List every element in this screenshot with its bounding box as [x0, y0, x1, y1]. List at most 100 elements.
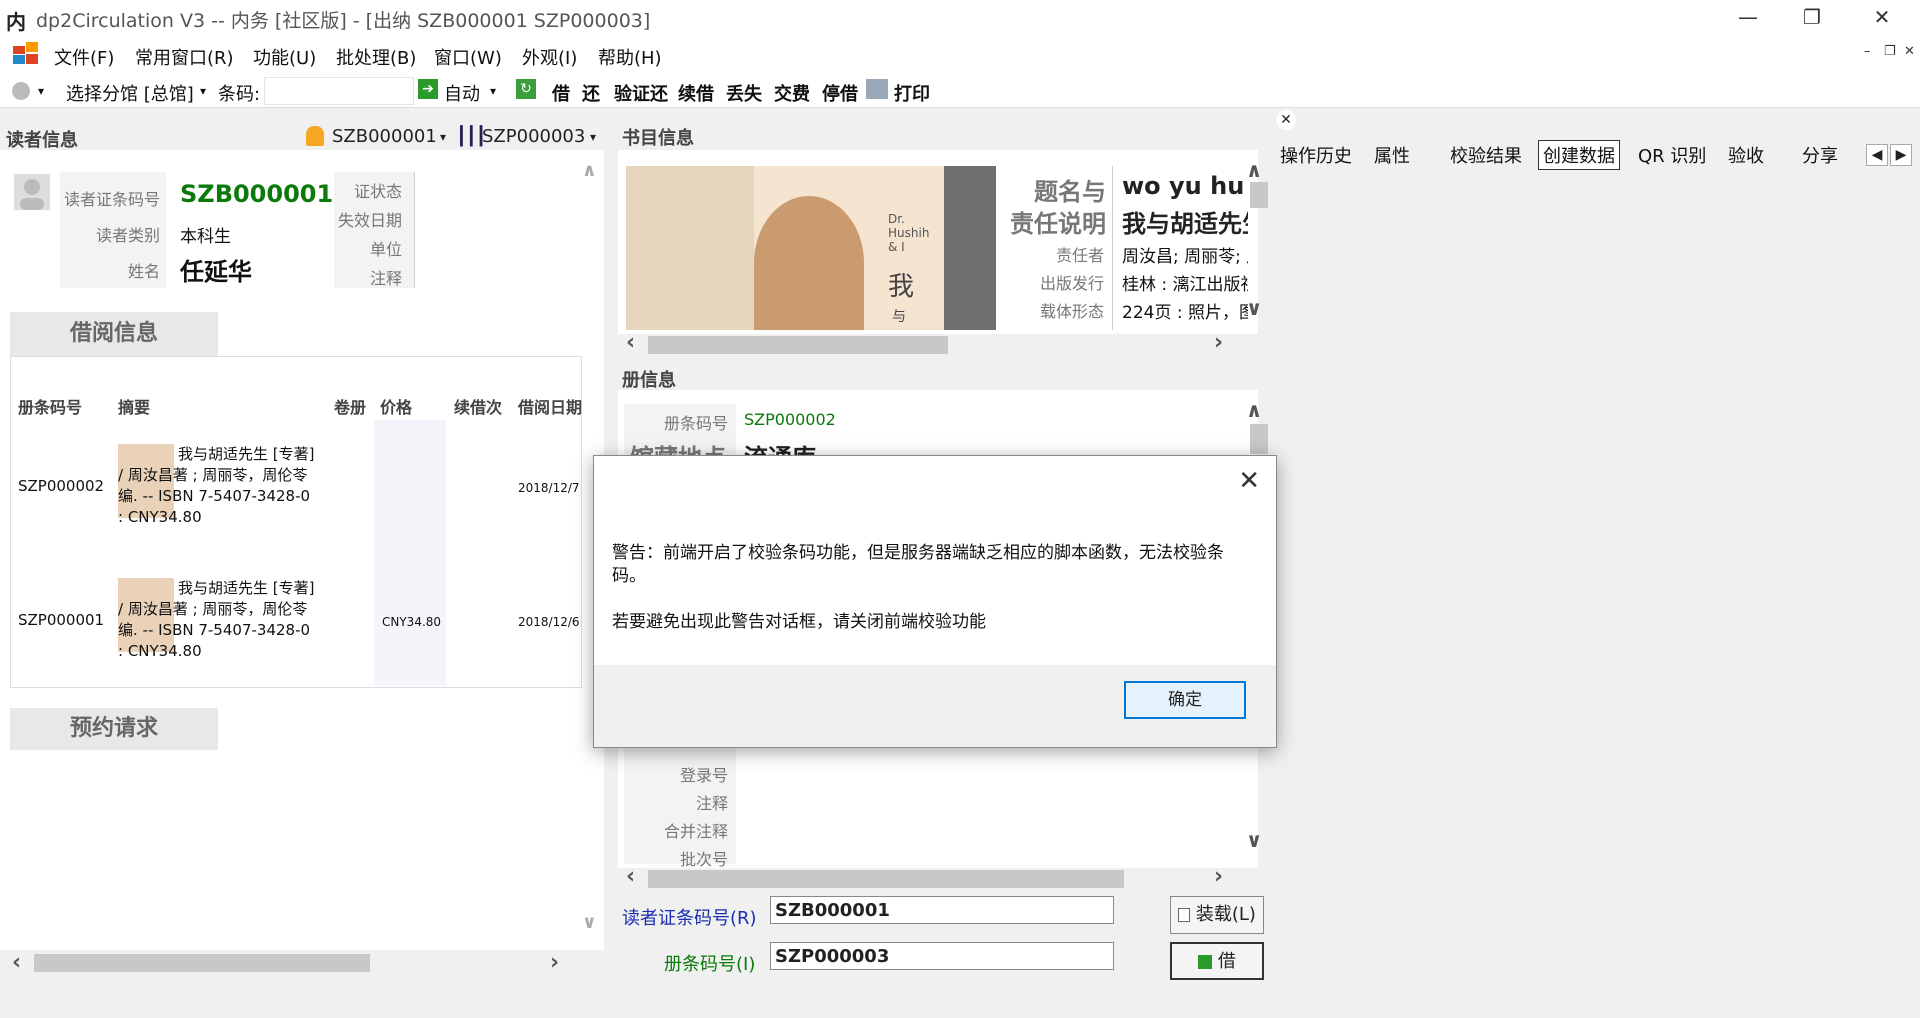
- scroll-up-icon[interactable]: ∧: [1246, 158, 1262, 182]
- chevron-down-icon[interactable]: ▾: [38, 84, 44, 98]
- app-logo-icon[interactable]: [12, 42, 40, 66]
- scroll-up-icon[interactable]: ∧: [582, 160, 597, 181]
- scroll-down-icon[interactable]: ∨: [1246, 296, 1262, 320]
- borrow-tab[interactable]: 借阅信息: [10, 312, 218, 356]
- tab-verify-result[interactable]: 校验结果: [1450, 142, 1522, 168]
- printer-icon[interactable]: [866, 79, 888, 99]
- borrow-button[interactable]: 借: [1170, 942, 1264, 980]
- scroll-thumb[interactable]: [1250, 424, 1268, 454]
- chevron-down-icon[interactable]: ▾: [590, 130, 596, 144]
- form-label: 载体形态: [1039, 302, 1104, 321]
- unit-label: 单位: [369, 240, 402, 259]
- col-summary[interactable]: 摘要: [118, 394, 150, 418]
- book-cover-image: Dr. Hushih & I 我 与: [626, 166, 996, 330]
- mdi-minimize-icon[interactable]: –: [1864, 44, 1871, 59]
- col-renew[interactable]: 续借次: [454, 394, 502, 418]
- scroll-thumb[interactable]: [34, 954, 370, 972]
- action-renew[interactable]: 续借: [678, 80, 714, 106]
- tab-accept[interactable]: 验收: [1728, 142, 1764, 168]
- toolbar-barcode-input[interactable]: [264, 77, 414, 105]
- ok-button[interactable]: 确定: [1124, 681, 1246, 719]
- scroll-down-icon[interactable]: ∨: [1246, 828, 1262, 852]
- print-button[interactable]: 打印: [894, 80, 930, 106]
- menu-appearance[interactable]: 外观(I): [522, 44, 577, 70]
- tab-properties[interactable]: 属性: [1374, 142, 1410, 168]
- item-hscrollbar[interactable]: [618, 868, 1258, 890]
- menu-batch[interactable]: 批处理(B): [336, 44, 416, 70]
- chevron-down-icon[interactable]: ▾: [440, 130, 446, 144]
- scroll-left-icon[interactable]: ‹: [626, 330, 635, 355]
- row-date: 2018/12/6: [518, 615, 580, 629]
- reader-hscrollbar[interactable]: [0, 952, 580, 974]
- col-price[interactable]: 价格: [380, 394, 412, 418]
- item-selector[interactable]: SZP000003: [482, 126, 585, 147]
- stop-icon[interactable]: [12, 82, 30, 100]
- name-label: 姓名: [127, 262, 160, 281]
- row-barcode[interactable]: SZP000002: [18, 476, 104, 497]
- scroll-left-icon[interactable]: ‹: [12, 950, 21, 975]
- item-barcode-input[interactable]: SZP000003: [770, 942, 1114, 970]
- tab-create-data[interactable]: 创建数据: [1538, 140, 1620, 170]
- menu-bar: 文件(F) 常用窗口(R) 功能(U) 批处理(B) 窗口(W) 外观(I) 帮…: [0, 36, 1920, 74]
- col-date[interactable]: 借阅日期: [518, 394, 582, 418]
- close-window-button[interactable]: ✕: [1852, 0, 1912, 36]
- menu-window[interactable]: 窗口(W): [434, 44, 502, 70]
- minimize-button[interactable]: —: [1718, 0, 1778, 36]
- close-icon[interactable]: ✕: [1276, 110, 1296, 130]
- tab-scroll-left-icon[interactable]: ◀: [1866, 144, 1888, 166]
- tab-share[interactable]: 分享: [1802, 142, 1838, 168]
- scroll-down-icon[interactable]: ∨: [582, 912, 597, 933]
- tab-scroll-right-icon[interactable]: ▶: [1890, 144, 1912, 166]
- biblio-hscrollbar[interactable]: [618, 334, 1258, 356]
- arrow-right-icon[interactable]: ➔: [418, 79, 438, 99]
- menu-help[interactable]: 帮助(H): [598, 44, 662, 70]
- menu-function[interactable]: 功能(U): [253, 44, 316, 70]
- scroll-thumb[interactable]: [648, 336, 948, 354]
- action-suspend[interactable]: 停借: [822, 80, 858, 106]
- action-lost[interactable]: 丢失: [726, 80, 762, 106]
- reader-barcode-input[interactable]: SZB000001: [770, 896, 1114, 924]
- chevron-down-icon[interactable]: ▾: [200, 84, 206, 98]
- author-value: 周汝昌; 周丽苓; 周: [1122, 247, 1248, 267]
- status-label: 证状态: [353, 182, 402, 201]
- branch-selector[interactable]: 选择分馆 [总馆]: [66, 80, 194, 106]
- mdi-restore-icon[interactable]: ❐: [1884, 44, 1896, 59]
- action-verify-return[interactable]: 验证还: [614, 80, 668, 106]
- dialog-message-line-2: 若要避免出现此警告对话框，请关闭前端校验功能: [612, 612, 986, 632]
- tab-history[interactable]: 操作历史: [1280, 142, 1352, 168]
- biblio-section-title: 书目信息: [622, 128, 694, 149]
- scroll-right-icon[interactable]: ›: [550, 950, 559, 975]
- load-button-label: 装载(L): [1195, 904, 1256, 925]
- refresh-icon[interactable]: ↻: [516, 79, 536, 99]
- scroll-thumb[interactable]: [648, 870, 1124, 888]
- patron-selector[interactable]: SZB000001: [332, 126, 437, 147]
- dialog-message: 警告：前端开启了校验条码功能，但是服务器端缺乏相应的脚本函数，无法校验条码。 若…: [612, 542, 1252, 634]
- mdi-close-icon[interactable]: ✕: [1904, 44, 1915, 59]
- reserve-tab[interactable]: 预约请求: [10, 708, 218, 750]
- col-barcode[interactable]: 册条码号: [18, 394, 82, 418]
- auto-button[interactable]: 自动: [444, 80, 480, 106]
- scroll-up-icon[interactable]: ∧: [1246, 398, 1262, 422]
- scroll-thumb[interactable]: [1250, 182, 1268, 208]
- action-return[interactable]: 还: [582, 80, 600, 106]
- col-volume[interactable]: 卷册: [334, 394, 366, 418]
- chevron-down-icon[interactable]: ▾: [490, 84, 496, 98]
- restore-button[interactable]: ❐: [1782, 0, 1842, 36]
- type-label: 读者类别: [95, 226, 160, 245]
- action-pay[interactable]: 交费: [774, 80, 810, 106]
- tab-qr[interactable]: QR 识别: [1638, 142, 1706, 168]
- reader-section-title: 读者信息: [6, 130, 78, 151]
- scroll-left-icon[interactable]: ‹: [626, 864, 635, 889]
- item-barcode-label: 册条码号: [663, 414, 728, 433]
- load-button[interactable]: 装载(L): [1170, 896, 1264, 934]
- menu-windows[interactable]: 常用窗口(R): [135, 44, 234, 70]
- row-barcode[interactable]: SZP000001: [18, 610, 104, 631]
- close-icon[interactable]: ✕: [1238, 466, 1260, 496]
- title-label-2: 责任说明: [1010, 210, 1106, 238]
- scroll-right-icon[interactable]: ›: [1214, 864, 1223, 889]
- scroll-right-icon[interactable]: ›: [1214, 330, 1223, 355]
- action-borrow[interactable]: 借: [552, 80, 570, 106]
- arrow-right-icon: [1198, 955, 1213, 969]
- name-value: 任延华: [180, 258, 252, 286]
- menu-file[interactable]: 文件(F): [54, 44, 114, 70]
